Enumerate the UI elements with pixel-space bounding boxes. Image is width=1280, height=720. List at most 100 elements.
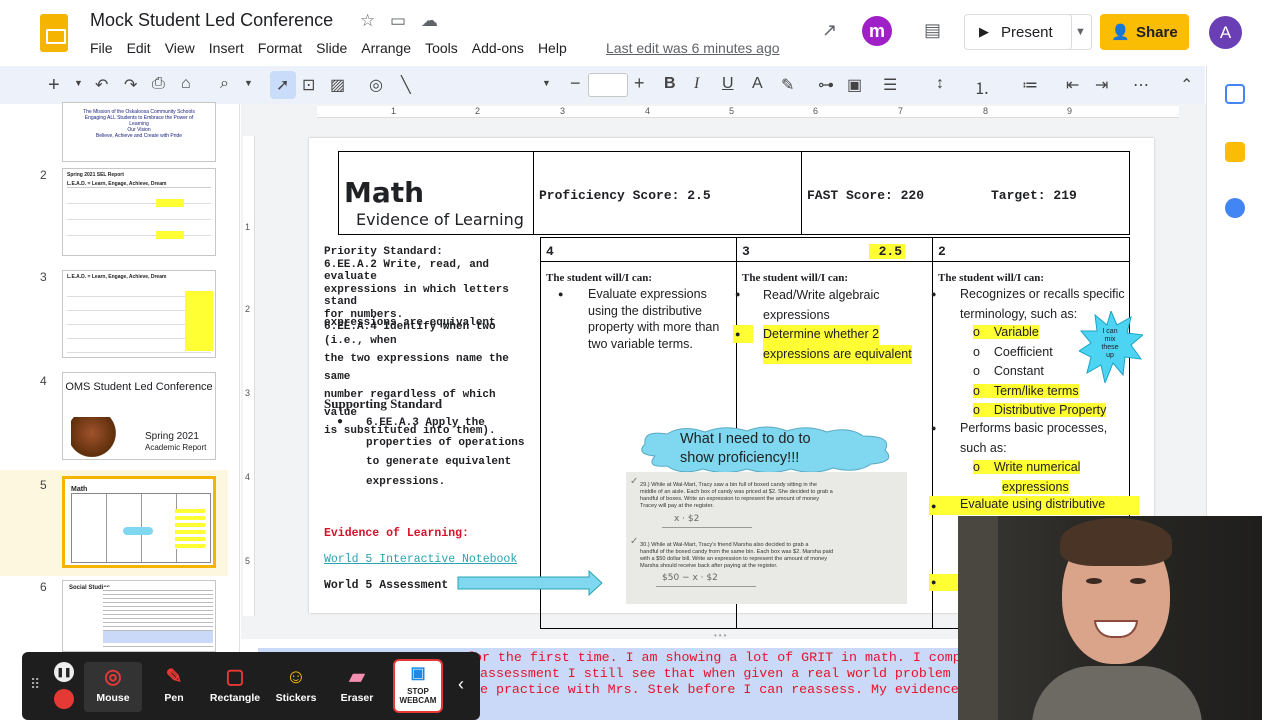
- sub-bullet: o: [973, 383, 994, 398]
- new-slide-plus-icon[interactable]: +: [48, 74, 60, 97]
- comments-icon[interactable]: ▤: [924, 20, 941, 41]
- stop-webcam-label: WEBCAM: [399, 696, 437, 705]
- select-cursor-icon[interactable]: ➚: [276, 75, 289, 95]
- insert-link-icon[interactable]: ⊶: [818, 75, 834, 95]
- ruler-mark: 4: [245, 472, 251, 482]
- align-icon[interactable]: ☰: [883, 75, 897, 95]
- present-button[interactable]: ▶ Present: [964, 14, 1072, 50]
- eraser-tool-button[interactable]: ▰ Eraser: [328, 662, 386, 712]
- account-avatar[interactable]: A: [1209, 16, 1242, 49]
- ruler-mark: 6: [813, 106, 819, 116]
- font-chevron-icon[interactable]: ▼: [542, 78, 551, 88]
- slide-thumbnail-3[interactable]: L.E.A.D. = Learn, Engage, Achieve, Dream: [62, 270, 216, 358]
- col4-line: using the distributive: [588, 303, 702, 318]
- menu-tools[interactable]: Tools: [425, 40, 458, 60]
- pause-icon[interactable]: ❚❚: [54, 662, 74, 682]
- print-icon[interactable]: ⎙: [152, 75, 165, 93]
- slide-thumbnail-4[interactable]: OMS Student Led Conference Spring 2021 A…: [62, 372, 216, 460]
- ruler-mark: 9: [1067, 106, 1073, 116]
- score-2-label: 2: [938, 244, 946, 259]
- menu-help[interactable]: Help: [538, 40, 567, 60]
- ruler-mark: 2: [245, 304, 251, 314]
- slides-logo-icon[interactable]: [40, 14, 68, 52]
- paint-format-icon[interactable]: ⌂: [181, 75, 191, 93]
- col2-item-2: Performs basic processes, such as:: [960, 419, 1107, 458]
- pen-icon: ✎: [165, 666, 183, 688]
- slide-thumbnail-2[interactable]: Spring 2021 SEL Report L.E.A.D. = Learn,…: [62, 168, 216, 256]
- shape-icon[interactable]: ◎: [369, 75, 383, 95]
- menu-file[interactable]: File: [90, 40, 113, 60]
- zoom-chevron-icon[interactable]: ▼: [244, 78, 253, 88]
- menu-edit[interactable]: Edit: [127, 40, 151, 60]
- notes-line: for the first time. I am showing a lot o…: [466, 650, 1041, 665]
- calendar-icon[interactable]: [1225, 84, 1245, 104]
- zoom-icon[interactable]: ⌕: [220, 75, 229, 93]
- thumb-highlight: [156, 199, 184, 207]
- line-icon[interactable]: ╲: [401, 75, 411, 95]
- undo-icon[interactable]: ↶: [95, 75, 108, 95]
- slide-thumbnail-5[interactable]: Math: [62, 476, 216, 568]
- menu-addons[interactable]: Add-ons: [472, 40, 524, 60]
- bold-icon[interactable]: B: [664, 75, 676, 93]
- menu-slide[interactable]: Slide: [316, 40, 347, 60]
- collapse-toolbar-chevron-up-icon[interactable]: ⌃: [1180, 75, 1193, 95]
- app-header: Mock Student Led Conference ☆ ▭ ☁ File E…: [0, 0, 1280, 66]
- scanned-worksheet-image[interactable]: ✓ 29.) While at Wal-Mart, Tracy saw a bi…: [626, 472, 907, 604]
- col3-line: expressions: [763, 307, 830, 322]
- eraser-label: Eraser: [340, 692, 374, 704]
- notebook-link[interactable]: World 5 Interactive Notebook: [324, 553, 517, 566]
- cloud-status-icon[interactable]: ☁: [421, 11, 438, 31]
- process-item: Write numerical: [993, 460, 1081, 474]
- tasks-icon[interactable]: [1225, 198, 1245, 218]
- text-color-icon[interactable]: A: [752, 75, 763, 93]
- decrease-font-size-icon[interactable]: −: [570, 73, 581, 94]
- increase-indent-icon[interactable]: ⇥: [1095, 75, 1108, 95]
- menu-format[interactable]: Format: [258, 40, 302, 60]
- activity-trend-icon[interactable]: ↗: [822, 20, 837, 41]
- rectangle-tool-button[interactable]: ▢ Rectangle: [206, 662, 264, 712]
- webcam-overlay[interactable]: [958, 516, 1262, 720]
- document-title[interactable]: Mock Student Led Conference: [90, 10, 333, 31]
- star-icon[interactable]: ☆: [360, 11, 375, 31]
- text-box-icon[interactable]: ⊡: [302, 75, 315, 95]
- drag-handle-icon[interactable]: ⠿: [30, 676, 40, 693]
- menu-insert[interactable]: Insert: [209, 40, 244, 60]
- italic-icon[interactable]: I: [694, 75, 699, 93]
- present-options-chevron-down-icon[interactable]: ▼: [1070, 14, 1092, 50]
- menu-arrange[interactable]: Arrange: [361, 40, 411, 60]
- score-3-label: 3: [742, 244, 750, 259]
- share-button[interactable]: 👤 Share: [1100, 14, 1189, 50]
- collapse-chevron-left-icon[interactable]: ‹: [458, 674, 464, 695]
- numbered-list-icon[interactable]: ⒈: [974, 75, 990, 99]
- stickers-tool-button[interactable]: ☺ Stickers: [267, 662, 325, 712]
- redo-icon[interactable]: ↷: [124, 75, 137, 95]
- underline-icon[interactable]: U: [722, 75, 734, 93]
- slide-thumbnail-6[interactable]: Social Studies: [62, 580, 216, 652]
- increase-font-size-icon[interactable]: +: [634, 73, 645, 94]
- slide-thumbnail-1[interactable]: The Mission of the Oskaloosa Community S…: [62, 102, 216, 162]
- new-slide-chevron-icon[interactable]: ▼: [74, 78, 83, 88]
- thumb-highlight: [185, 291, 213, 351]
- menu-view[interactable]: View: [165, 40, 195, 60]
- mouse-pointer-icon: ◎: [104, 666, 122, 688]
- line-spacing-icon[interactable]: ↕: [936, 75, 944, 93]
- font-size-input[interactable]: [588, 73, 628, 97]
- m-extension-icon[interactable]: m: [862, 16, 892, 46]
- decrease-indent-icon[interactable]: ⇤: [1066, 75, 1079, 95]
- notes-resize-handle[interactable]: •••: [714, 631, 728, 640]
- stop-webcam-button[interactable]: ▣ STOP WEBCAM: [393, 659, 443, 713]
- highlight-color-icon[interactable]: ✎: [781, 75, 794, 95]
- pen-tool-button[interactable]: ✎ Pen: [145, 662, 203, 712]
- mouse-tool-button[interactable]: ◎ Mouse: [84, 662, 142, 712]
- add-comment-icon[interactable]: ▣: [847, 75, 862, 95]
- more-options-icon[interactable]: ⋯: [1133, 75, 1149, 95]
- stop-recording-icon[interactable]: [54, 689, 74, 709]
- webcam-wall: [958, 516, 998, 720]
- keep-icon[interactable]: [1225, 142, 1245, 162]
- term-item: Constant: [993, 364, 1044, 378]
- last-edit-link[interactable]: Last edit was 6 minutes ago: [606, 40, 780, 56]
- insert-image-icon[interactable]: ▨: [330, 75, 345, 95]
- starburst-text: I can mix these up: [1093, 328, 1127, 360]
- move-folder-icon[interactable]: ▭: [390, 11, 406, 31]
- bulleted-list-icon[interactable]: ≔: [1022, 75, 1038, 95]
